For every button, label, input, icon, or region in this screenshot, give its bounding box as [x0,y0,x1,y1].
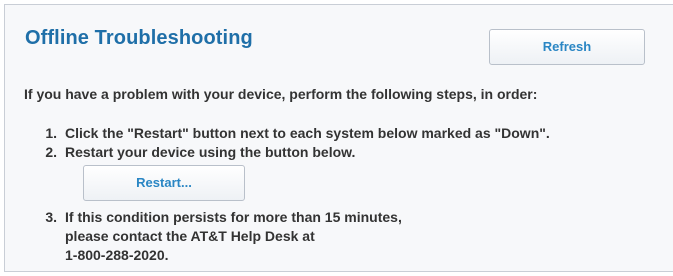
step-text-line: If this condition persists for more than… [65,209,402,225]
offline-troubleshooting-panel: Offline Troubleshooting Refresh If you h… [4,4,673,272]
refresh-button[interactable]: Refresh [489,29,645,65]
panel-title: Offline Troubleshooting [25,27,253,49]
restart-device-button[interactable]: Restart... [83,165,245,201]
step-number: 3. [45,209,57,225]
step-number: 2. [45,144,57,160]
step-number: 1. [45,125,57,141]
instructions-intro: If you have a problem with your device, … [24,86,538,102]
step-text-line: please contact the AT&T Help Desk at [65,228,315,244]
step-text: Click the "Restart" button next to each … [65,125,550,141]
step-text: If this condition persists for more than… [65,208,402,265]
step-text: Restart your device using the button bel… [65,144,356,160]
help-desk-phone: 1-800-288-2020. [65,247,169,263]
